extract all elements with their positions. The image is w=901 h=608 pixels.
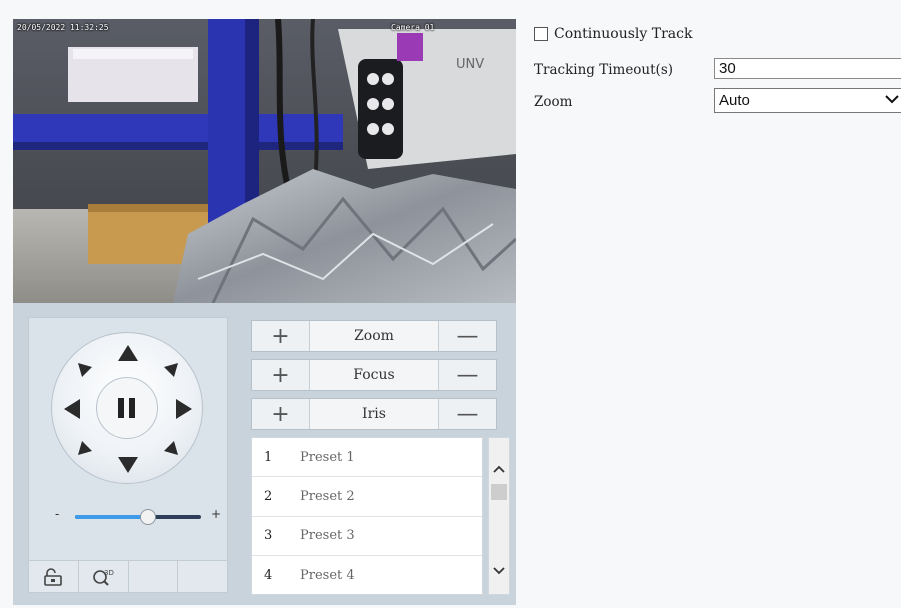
zoom-in-button[interactable]: + — [252, 321, 310, 351]
pan-up-right-arrow-icon[interactable] — [164, 363, 178, 377]
3d-zoom-icon: 3D — [93, 569, 114, 586]
tracking-timeout-input[interactable] — [714, 58, 901, 79]
pan-up-left-arrow-icon[interactable] — [78, 363, 92, 377]
continuously-track-checkbox[interactable] — [534, 27, 548, 41]
ptz-control-panel: - + 3D + Zoom — + Focus — + Iris — 1 Pre… — [13, 303, 516, 605]
ptz-direction-box: - + 3D — [28, 317, 228, 593]
tool-slot-4[interactable] — [178, 561, 227, 592]
speed-slider-handle[interactable] — [140, 509, 157, 525]
iris-label: Iris — [362, 406, 386, 422]
chevron-down-icon — [493, 567, 505, 575]
camera-brand-logo: UNV — [456, 57, 485, 72]
focus-near-button[interactable]: + — [252, 360, 310, 390]
zoom-mode-label: Zoom — [534, 94, 573, 110]
preset-item[interactable]: 4 Preset 4 — [252, 556, 482, 595]
preset-item[interactable]: 2 Preset 2 — [252, 477, 482, 517]
preset-scrollbar[interactable] — [488, 437, 510, 595]
pause-button[interactable] — [96, 377, 158, 439]
zoom-mode-row: Zoom Auto — [534, 88, 901, 114]
zoom-out-button[interactable]: — — [438, 321, 496, 351]
tool-slot-3[interactable] — [128, 561, 179, 592]
continuously-track-label: Continuously Track — [554, 26, 693, 42]
speed-minus-label: - — [55, 507, 60, 521]
preset-list: 1 Preset 1 2 Preset 2 3 Preset 3 4 Prese… — [251, 437, 483, 595]
pan-down-right-arrow-icon[interactable] — [164, 441, 178, 455]
preset-name: Preset 2 — [300, 488, 355, 504]
iris-control: + Iris — — [251, 398, 497, 430]
pan-up-arrow-icon[interactable] — [118, 345, 138, 361]
speed-slider-fill — [75, 515, 149, 519]
pan-down-left-arrow-icon[interactable] — [78, 441, 92, 455]
continuously-track-row: Continuously Track — [534, 24, 901, 44]
preset-name: Preset 3 — [300, 528, 355, 544]
preset-item[interactable]: 1 Preset 1 — [252, 438, 482, 478]
scroll-up-button[interactable] — [489, 458, 509, 480]
tracking-timeout-row: Tracking Timeout(s) — [534, 58, 901, 82]
zoom-mode-select[interactable]: Auto — [714, 88, 901, 113]
preset-number: 4 — [264, 567, 273, 583]
preset-number: 2 — [264, 488, 273, 504]
lock-ptz-button[interactable] — [29, 561, 79, 592]
preset-name: Preset 1 — [300, 449, 355, 465]
zoom-control: + Zoom — — [251, 320, 497, 352]
iris-close-button[interactable]: — — [438, 399, 496, 429]
3d-positioning-button[interactable]: 3D — [78, 561, 129, 592]
preset-name: Preset 4 — [300, 567, 355, 583]
tracking-settings-form: Continuously Track Tracking Timeout(s) Z… — [534, 24, 901, 114]
pan-down-arrow-icon[interactable] — [118, 457, 138, 473]
speed-plus-label: + — [211, 507, 222, 521]
osd-timestamp: 20/05/2022 11:32:25 — [17, 23, 109, 32]
pause-icon — [118, 398, 135, 418]
tracking-timeout-label: Tracking Timeout(s) — [534, 62, 674, 78]
ptz-direction-pad — [51, 332, 203, 484]
iris-open-button[interactable]: + — [252, 399, 310, 429]
chevron-down-icon — [885, 95, 899, 104]
zoom-mode-value: Auto — [719, 92, 750, 109]
chevron-up-icon — [493, 465, 505, 473]
pan-left-arrow-icon[interactable] — [64, 399, 80, 419]
live-video-view[interactable]: 20/05/2022 11:32:25 Camera 01 UNV — [13, 19, 516, 303]
focus-label: Focus — [353, 367, 395, 383]
osd-channel: Camera 01 — [391, 23, 435, 32]
pan-right-arrow-icon[interactable] — [176, 399, 192, 419]
preset-item[interactable]: 3 Preset 3 — [252, 517, 482, 556]
ptz-tool-row: 3D — [29, 560, 227, 592]
ptz-speed-slider[interactable]: - + — [49, 506, 221, 526]
speed-slider-track[interactable] — [75, 515, 201, 519]
scroll-down-button[interactable] — [489, 560, 509, 582]
focus-far-button[interactable]: — — [438, 360, 496, 390]
zoom-label: Zoom — [354, 328, 394, 344]
lock-icon — [44, 567, 63, 586]
focus-control: + Focus — — [251, 359, 497, 391]
scroll-thumb[interactable] — [491, 484, 507, 500]
svg-text:3D: 3D — [104, 569, 114, 577]
video-frame — [13, 19, 516, 303]
preset-number: 1 — [264, 449, 273, 465]
preset-number: 3 — [264, 528, 273, 544]
